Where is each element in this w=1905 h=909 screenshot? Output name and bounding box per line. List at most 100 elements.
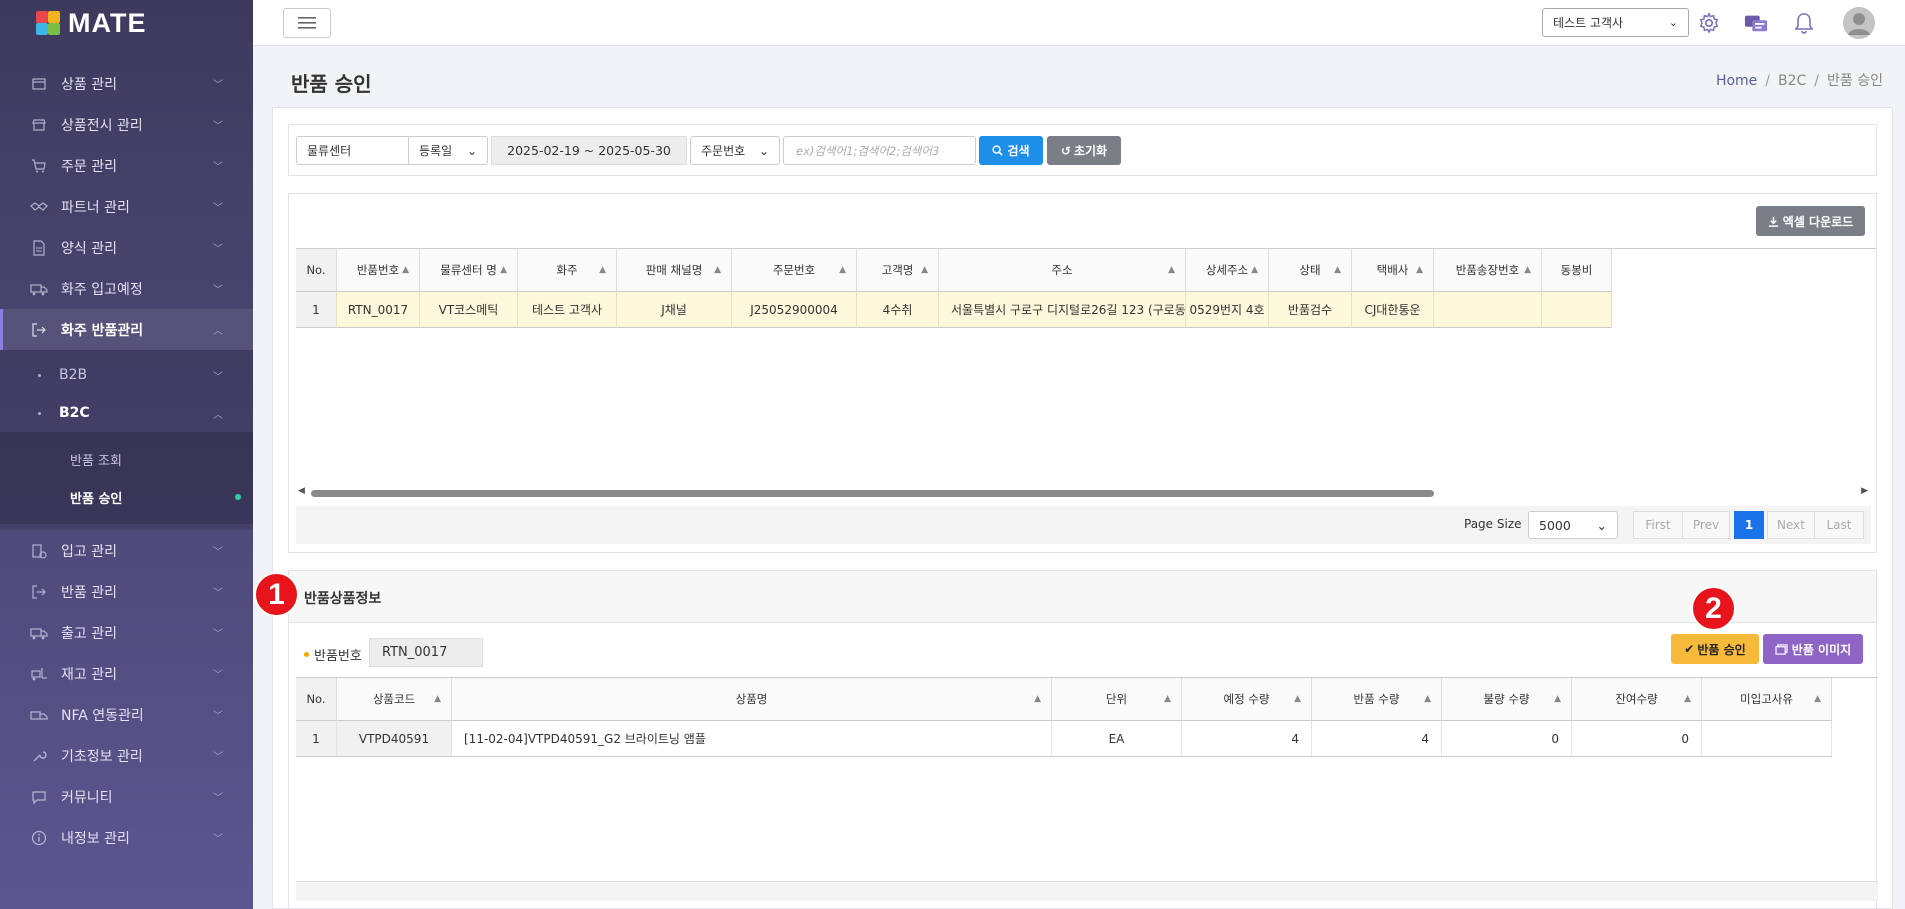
sidebar-item-b2b[interactable]: B2B ﹀ <box>0 356 253 394</box>
column-header-enclosed[interactable]: 동봉비 <box>1542 249 1612 292</box>
search-button[interactable]: 검색 <box>979 136 1043 165</box>
column-header-defect-qty[interactable]: 불량 수량 ▲ <box>1442 678 1572 721</box>
table-row[interactable]: 1 VTPD40591 [11-02-04]VTPD40591_G2 브라이트닝… <box>296 721 1878 757</box>
sort-icon: ▲ <box>500 265 507 275</box>
column-header-unit[interactable]: 단위 ▲ <box>1052 678 1182 721</box>
chevron-down-icon: ﹀ <box>213 834 223 845</box>
page-button-current[interactable]: 1 <box>1734 511 1764 539</box>
menu-toggle-button[interactable] <box>283 8 331 38</box>
column-header-order-no[interactable]: 주문번호 ▲ <box>732 249 857 292</box>
breadcrumb-home[interactable]: Home <box>1716 73 1757 89</box>
customer-service-button[interactable] <box>1744 11 1768 35</box>
sort-icon: ▲ <box>1554 694 1561 704</box>
reset-button[interactable]: ↺ 초기화 <box>1047 136 1121 165</box>
column-header-center[interactable]: 물류센터 명 ▲ <box>420 249 518 292</box>
column-header-product-name[interactable]: 상품명 ▲ <box>452 678 1052 721</box>
sidebar-item-display[interactable]: 상품전시 관리 ﹀ <box>0 104 253 145</box>
sort-icon: ▲ <box>1168 265 1175 275</box>
store-icon <box>30 116 48 134</box>
sidebar-item-inbound[interactable]: 입고 관리 ﹀ <box>0 530 253 571</box>
app-logo[interactable]: MATE <box>0 0 253 46</box>
sidebar-item-b2c[interactable]: B2C ︿ <box>0 394 253 432</box>
search-input[interactable]: ex)검색어1;검색어2;검색어3 <box>783 136 976 165</box>
chevron-up-icon: ︿ <box>213 326 223 337</box>
date-range-input[interactable]: 2025-02-19 ~ 2025-05-30 <box>491 136 687 165</box>
chevron-down-icon: ﹀ <box>213 547 223 558</box>
detail-header: 반품상품정보 <box>289 571 1876 623</box>
sort-icon: ▲ <box>1416 265 1423 275</box>
column-header-client[interactable]: 화주 ▲ <box>518 249 617 292</box>
images-icon <box>1775 643 1788 655</box>
wrench-icon <box>30 747 48 765</box>
column-header-return-qty[interactable]: 반품 수량 ▲ <box>1312 678 1442 721</box>
chat-icon <box>30 788 48 806</box>
check-icon: ✔ <box>1684 642 1695 656</box>
column-header-product-code[interactable]: 상품코드 ▲ <box>337 678 452 721</box>
scroll-right-icon[interactable]: ▶ <box>1861 486 1868 496</box>
settings-button[interactable] <box>1697 11 1721 35</box>
table-row[interactable]: 1 RTN_0017 VT코스메틱 테스트 고객사 J채널 J250529000… <box>296 292 1876 328</box>
sidebar-item-outbound[interactable]: 출고 관리 ﹀ <box>0 612 253 653</box>
sort-icon: ▲ <box>1684 694 1691 704</box>
sidebar-item-partner[interactable]: 파트너 관리 ﹀ <box>0 186 253 227</box>
sidebar-item-inbound-plan[interactable]: 화주 입고예정 ﹀ <box>0 268 253 309</box>
chevron-up-icon: ︿ <box>213 409 223 421</box>
prev-page-button[interactable]: Prev <box>1682 511 1730 539</box>
document-icon <box>30 239 48 257</box>
next-page-button[interactable]: Next <box>1767 511 1815 539</box>
notifications-button[interactable] <box>1792 11 1816 35</box>
page-size-select[interactable]: 5000 ⌄ <box>1528 511 1618 539</box>
handshake-icon <box>30 198 48 216</box>
last-page-button[interactable]: Last <box>1814 511 1864 539</box>
sort-icon: ▲ <box>714 265 721 275</box>
date-type-select[interactable]: 등록일 ⌄ <box>408 136 488 165</box>
sort-icon: ▲ <box>1814 694 1821 704</box>
column-header-courier[interactable]: 택배사 ▲ <box>1352 249 1434 292</box>
chevron-down-icon: ﹀ <box>213 121 223 132</box>
sidebar-item-inventory[interactable]: 재고 관리 ﹀ <box>0 653 253 694</box>
sidebar-item-form[interactable]: 양식 관리 ﹀ <box>0 227 253 268</box>
first-page-button[interactable]: First <box>1633 511 1683 539</box>
sidebar-item-return-inquiry[interactable]: 반품 조회 <box>0 440 253 478</box>
scroll-thumb[interactable] <box>311 490 1434 497</box>
chevron-down-icon: ⌄ <box>466 143 477 158</box>
sort-icon: ▲ <box>402 265 409 275</box>
column-header-detail-address[interactable]: 상세주소 ▲ <box>1186 249 1269 292</box>
breadcrumb-b2c[interactable]: B2C <box>1778 73 1806 89</box>
sidebar-item-nfa[interactable]: NFA 연동관리 ﹀ <box>0 694 253 735</box>
column-header-invoice[interactable]: 반품송장번호 ▲ <box>1434 249 1542 292</box>
sort-icon: ▲ <box>1424 694 1431 704</box>
sidebar-item-community[interactable]: 커뮤니티 ﹀ <box>0 776 253 817</box>
chevron-down-icon: ﹀ <box>213 371 223 383</box>
sidebar-item-client-return[interactable]: 화주 반품관리 ︿ <box>0 309 253 350</box>
sort-icon: ▲ <box>1294 694 1301 704</box>
cart-icon <box>30 157 48 175</box>
search-field-select[interactable]: 주문번호 ⌄ <box>690 136 780 165</box>
sidebar-item-my-info[interactable]: 내정보 관리 ﹀ <box>0 817 253 858</box>
page-title: 반품 승인 <box>291 72 372 96</box>
column-header-no[interactable]: No. <box>296 249 337 292</box>
scroll-left-icon[interactable]: ◀ <box>298 486 305 496</box>
column-header-channel[interactable]: 판매 채널명 ▲ <box>617 249 732 292</box>
annotation-badge-1: 1 <box>254 572 299 617</box>
user-avatar[interactable] <box>1843 7 1875 39</box>
return-image-button[interactable]: 반품 이미지 <box>1763 634 1863 664</box>
column-header-customer[interactable]: 고객명 ▲ <box>857 249 939 292</box>
column-header-address[interactable]: 주소 ▲ <box>939 249 1186 292</box>
sidebar-item-base-info[interactable]: 기초정보 관리 ﹀ <box>0 735 253 776</box>
approve-return-button[interactable]: ✔ 반품 승인 <box>1671 634 1759 664</box>
excel-download-button[interactable]: 엑셀 다운로드 <box>1756 206 1865 236</box>
column-header-status[interactable]: 상태 ▲ <box>1269 249 1352 292</box>
column-header-return-no[interactable]: 반품번호 ▲ <box>337 249 420 292</box>
sidebar-item-product[interactable]: 상품 관리 ﹀ <box>0 63 253 104</box>
column-header-not-received[interactable]: 미입고사유 ▲ <box>1702 678 1832 721</box>
sidebar-item-return[interactable]: 반품 관리 ﹀ <box>0 571 253 612</box>
sort-icon: ▲ <box>434 694 441 704</box>
sidebar-item-order[interactable]: 주문 관리 ﹀ <box>0 145 253 186</box>
column-header-planned-qty[interactable]: 예정 수량 ▲ <box>1182 678 1312 721</box>
sidebar-item-return-approval[interactable]: 반품 승인 <box>0 478 253 516</box>
column-header-remain-qty[interactable]: 잔여수량 ▲ <box>1572 678 1702 721</box>
horizontal-scrollbar[interactable]: ◀ ▶ <box>296 486 1876 499</box>
client-select[interactable]: 테스트 고객사 ⌄ <box>1542 8 1689 37</box>
column-header-no[interactable]: No. <box>296 678 337 721</box>
